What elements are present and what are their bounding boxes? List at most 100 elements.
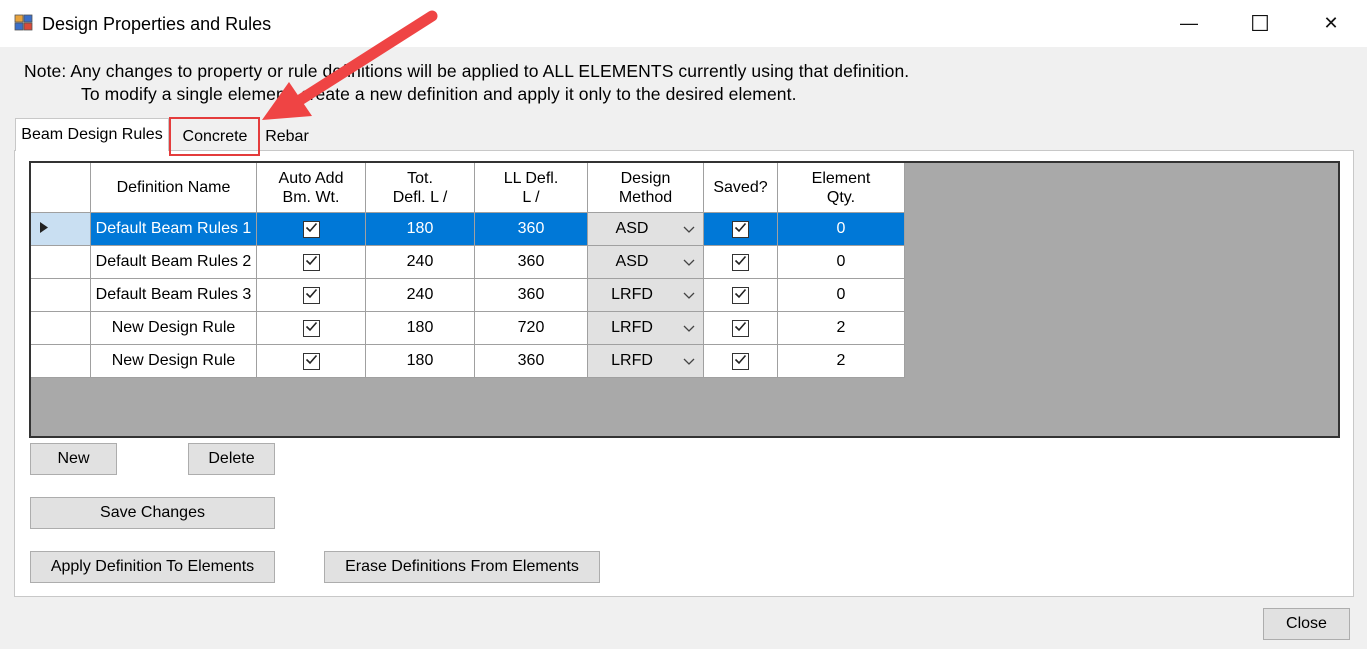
cell-name[interactable]: Default Beam Rules 2 (91, 246, 257, 279)
check-icon (305, 352, 318, 370)
cell-auto-add[interactable] (257, 246, 366, 279)
cell-tot-defl[interactable]: 180 (366, 312, 475, 345)
close-button[interactable]: Close (1263, 608, 1350, 640)
check-icon (734, 286, 747, 304)
cell-auto-add[interactable] (257, 279, 366, 312)
erase-definitions-button[interactable]: Erase Definitions From Elements (324, 551, 600, 583)
check-icon (305, 253, 318, 271)
row-header[interactable] (31, 312, 91, 345)
dropdown-value: LRFD (611, 286, 653, 303)
cell-tot-defl[interactable]: 180 (366, 213, 475, 246)
cell-ll-defl[interactable]: 360 (475, 246, 588, 279)
checkbox[interactable] (302, 352, 320, 370)
cell-tot-defl[interactable]: 180 (366, 345, 475, 378)
design-method-dropdown[interactable]: LRFD (588, 312, 704, 345)
checkbox[interactable] (302, 286, 320, 304)
dropdown-value: LRFD (611, 319, 653, 336)
cell-qty[interactable]: 0 (778, 213, 905, 246)
column-header-label: Tot. Defl. L / (392, 169, 448, 206)
design-method-dropdown[interactable]: ASD (588, 246, 704, 279)
cell-name[interactable]: New Design Rule (91, 345, 257, 378)
cell-qty[interactable]: 0 (778, 246, 905, 279)
maximize-button[interactable]: ☐ (1225, 0, 1295, 47)
note-line-2: To modify a single element, create a new… (81, 84, 797, 104)
new-button[interactable]: New (30, 443, 117, 475)
design-method-dropdown[interactable]: ASD (588, 213, 704, 246)
tab-beam-design-rules[interactable]: Beam Design Rules (15, 118, 169, 151)
column-header-label: Element Qty. (811, 169, 871, 206)
save-changes-button[interactable]: Save Changes (30, 497, 275, 529)
column-header-tot_defl[interactable]: Tot. Defl. L / (366, 163, 475, 213)
checkbox[interactable] (732, 319, 749, 337)
cell-qty[interactable]: 0 (778, 279, 905, 312)
cell-name[interactable]: Default Beam Rules 3 (91, 279, 257, 312)
column-header-saved[interactable]: Saved? (704, 163, 778, 213)
close-window-button[interactable]: ✕ (1296, 0, 1366, 47)
dropdown-value: ASD (615, 253, 649, 270)
dropdown-value: ASD (615, 220, 649, 237)
app-icon (14, 13, 34, 33)
chevron-down-icon[interactable] (676, 246, 702, 278)
cell-qty[interactable]: 2 (778, 345, 905, 378)
delete-button[interactable]: Delete (188, 443, 275, 475)
cell-saved[interactable] (704, 213, 778, 246)
cell-name[interactable]: Default Beam Rules 1 (91, 213, 257, 246)
chevron-down-icon[interactable] (676, 312, 702, 344)
dropdown-value: LRFD (611, 352, 653, 369)
row-header[interactable] (31, 213, 91, 246)
definitions-grid[interactable]: Definition Name Auto Add Bm. Wt. Tot. Defl… (29, 161, 1340, 438)
check-icon (734, 352, 747, 370)
cell-auto-add[interactable] (257, 345, 366, 378)
cell-ll-defl[interactable]: 360 (475, 345, 588, 378)
checkbox[interactable] (302, 253, 320, 271)
close-icon: ✕ (1323, 13, 1339, 33)
check-icon (305, 286, 318, 304)
maximize-icon: ☐ (1250, 10, 1270, 36)
cell-ll-defl[interactable]: 360 (475, 279, 588, 312)
cell-name[interactable]: New Design Rule (91, 312, 257, 345)
check-icon (305, 220, 318, 238)
chevron-down-icon[interactable] (676, 213, 702, 245)
chevron-down-icon[interactable] (676, 279, 702, 311)
checkbox[interactable] (732, 352, 749, 370)
column-header-method[interactable]: Design Method (588, 163, 704, 213)
column-header-ll_defl[interactable]: LL Defl. L / (475, 163, 588, 213)
checkbox[interactable] (302, 319, 320, 337)
design-method-dropdown[interactable]: LRFD (588, 345, 704, 378)
design-method-dropdown[interactable]: LRFD (588, 279, 704, 312)
column-header-qty[interactable]: Element Qty. (778, 163, 905, 213)
cell-saved[interactable] (704, 345, 778, 378)
cell-tot-defl[interactable]: 240 (366, 246, 475, 279)
column-header-label: Design Method (618, 169, 673, 206)
row-header[interactable] (31, 246, 91, 279)
cell-ll-defl[interactable]: 720 (475, 312, 588, 345)
check-icon (734, 220, 747, 238)
column-header-label: LL Defl. L / (503, 169, 559, 206)
cell-saved[interactable] (704, 246, 778, 279)
tab-rebar[interactable]: Rebar (259, 122, 315, 152)
checkbox[interactable] (302, 220, 320, 238)
cell-ll-defl[interactable]: 360 (475, 213, 588, 246)
window-title: Design Properties and Rules (42, 14, 272, 34)
check-icon (734, 319, 747, 337)
row-header[interactable] (31, 279, 91, 312)
column-header-name[interactable]: Definition Name (91, 163, 257, 213)
cell-auto-add[interactable] (257, 213, 366, 246)
cell-saved[interactable] (704, 312, 778, 345)
cell-qty[interactable]: 2 (778, 312, 905, 345)
minimize-button[interactable]: — (1154, 0, 1224, 47)
row-header[interactable] (31, 345, 91, 378)
apply-definition-button[interactable]: Apply Definition To Elements (30, 551, 275, 583)
checkbox[interactable] (732, 286, 749, 304)
tab-label: Rebar (265, 128, 309, 145)
chevron-down-icon[interactable] (676, 345, 702, 377)
cell-auto-add[interactable] (257, 312, 366, 345)
cell-tot-defl[interactable]: 240 (366, 279, 475, 312)
checkbox[interactable] (732, 220, 749, 238)
column-header-label: Auto Add Bm. Wt. (278, 169, 344, 206)
cell-saved[interactable] (704, 279, 778, 312)
column-header-auto_add[interactable]: Auto Add Bm. Wt. (257, 163, 366, 213)
checkbox[interactable] (732, 253, 749, 271)
minimize-icon: — (1180, 13, 1198, 33)
column-header-label: Saved? (713, 179, 768, 196)
